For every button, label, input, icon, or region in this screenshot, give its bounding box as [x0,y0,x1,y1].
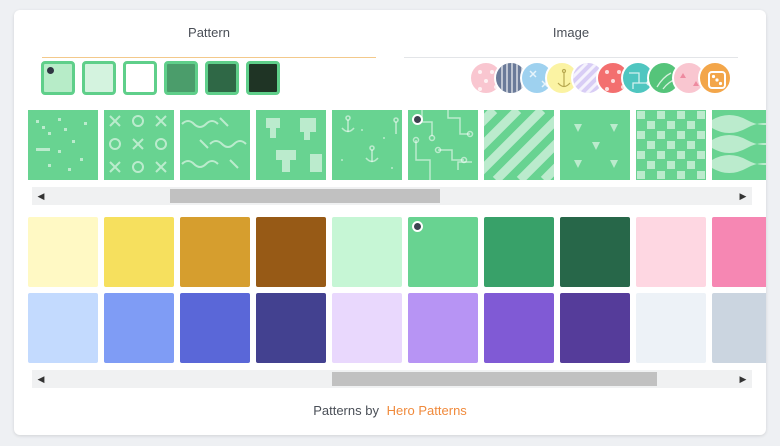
color-tile[interactable] [712,293,766,363]
tab-image-underline [404,57,738,58]
pattern-tile-tech-dots[interactable] [28,110,98,180]
color-tile[interactable] [560,217,630,287]
color-tile[interactable] [408,293,478,363]
pattern-scrollbar[interactable]: ◀ ▶ [32,187,752,205]
background-picker-panel: Pattern Image ◀ ▶ ◀ ▶ Patterns by Hero P… [14,10,766,435]
scroll-right-arrow-icon[interactable]: ▶ [734,187,752,205]
color-tile[interactable] [28,217,98,287]
color-tile[interactable] [712,217,766,287]
scroll-left-arrow-icon[interactable]: ◀ [32,370,50,388]
color-tile[interactable] [484,217,554,287]
tab-image-label: Image [552,25,590,40]
credits-prefix: Patterns by [313,403,379,418]
pattern-tile-triangles[interactable] [560,110,630,180]
color-tile[interactable] [636,293,706,363]
color-tile[interactable] [256,293,326,363]
color-tile[interactable] [484,293,554,363]
selected-indicator [412,114,423,125]
color-tile[interactable] [332,217,402,287]
hero-patterns-link[interactable]: Hero Patterns [387,403,467,418]
color-tile[interactable] [408,217,478,287]
pattern-tile-anchors[interactable] [332,110,402,180]
palette-scrollbar[interactable]: ◀ ▶ [32,370,752,388]
color-tile[interactable] [180,293,250,363]
pattern-tile-waves[interactable] [712,110,766,180]
color-tile[interactable] [104,293,174,363]
shade-swatch[interactable] [246,61,280,95]
tab-pattern[interactable]: Pattern [42,24,376,58]
pattern-tile-circuit-board[interactable] [408,110,478,180]
credits-footer: Patterns by Hero Patterns [14,403,766,418]
selected-indicator [47,67,54,74]
scroll-right-arrow-icon[interactable]: ▶ [734,370,752,388]
color-tile[interactable] [256,217,326,287]
color-tile[interactable] [636,217,706,287]
scroll-left-arrow-icon[interactable]: ◀ [32,187,50,205]
shade-swatch[interactable] [41,61,75,95]
pattern-tile-tic-tac-toe[interactable] [104,110,174,180]
color-tile[interactable] [560,293,630,363]
pattern-tile-wiggle[interactable] [180,110,250,180]
pattern-tile-checkerboard[interactable] [636,110,706,180]
tab-pattern-underline [42,57,376,58]
tab-pattern-label: Pattern [188,25,230,40]
shade-swatch[interactable] [123,61,157,95]
color-tile[interactable] [180,217,250,287]
color-tile[interactable] [104,217,174,287]
color-tile[interactable] [332,293,402,363]
selected-indicator [412,221,423,232]
palette-scrollbar-thumb[interactable] [332,372,657,386]
shade-swatch[interactable] [164,61,198,95]
shade-swatch[interactable] [205,61,239,95]
color-tile[interactable] [28,293,98,363]
shade-swatch[interactable] [82,61,116,95]
pattern-scrollbar-thumb[interactable] [170,189,440,203]
dice-icon[interactable] [697,61,732,95]
pattern-tile-blobs[interactable] [256,110,326,180]
tab-image[interactable]: Image [404,24,738,58]
pattern-tile-diagonal-stripes[interactable] [484,110,554,180]
